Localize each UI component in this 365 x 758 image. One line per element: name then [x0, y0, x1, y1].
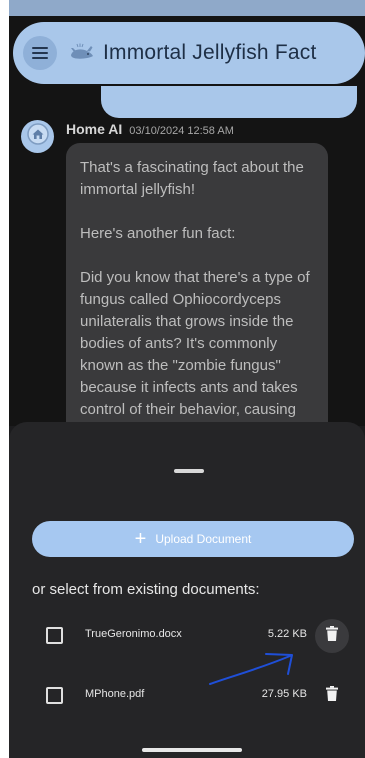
document-name: TrueGeronimo.docx [85, 628, 182, 640]
home-icon [26, 123, 49, 150]
select-existing-label: or select from existing documents: [32, 581, 260, 598]
app-header: Immortal Jellyfish Fact [13, 22, 365, 84]
delete-document-button[interactable] [315, 619, 349, 653]
upload-document-button[interactable]: + Upload Document [32, 521, 354, 557]
phone-screen: Home AI 03/10/2024 12:58 AM That's a fas… [9, 0, 365, 758]
page-title: Immortal Jellyfish Fact [103, 41, 317, 64]
document-row[interactable]: MPhone.pdf 27.95 KB [9, 676, 365, 716]
message-timestamp: 03/10/2024 12:58 AM [129, 125, 234, 137]
message-paragraph: Did you know that there's a type of fung… [80, 269, 310, 440]
trash-icon [326, 626, 338, 646]
annotation-arrow-icon [204, 644, 300, 693]
sender-name: Home AI [66, 121, 123, 137]
message-paragraph: Here's another fun fact: [80, 225, 236, 242]
upload-button-label: Upload Document [155, 532, 252, 546]
menu-button[interactable] [23, 36, 57, 70]
message-meta: Home AI 03/10/2024 12:58 AM [66, 121, 234, 137]
plus-icon: + [134, 528, 147, 550]
sheet-drag-handle[interactable] [174, 469, 204, 473]
document-bottom-sheet: + Upload Document or select from existin… [9, 422, 365, 758]
trash-icon [326, 686, 338, 706]
home-indicator[interactable] [142, 748, 242, 752]
home-ai-avatar [21, 120, 54, 153]
document-row[interactable]: TrueGeronimo.docx 5.22 KB [9, 616, 365, 656]
document-checkbox[interactable] [46, 687, 63, 704]
delete-document-button[interactable] [315, 679, 349, 713]
document-name: MPhone.pdf [85, 688, 145, 700]
user-message-bubble [101, 86, 357, 118]
message-paragraph: That's a fascinating fact about the immo… [80, 159, 304, 198]
document-checkbox[interactable] [46, 627, 63, 644]
whale-icon [69, 43, 95, 63]
hamburger-menu-icon [32, 46, 48, 60]
status-bar [9, 0, 365, 16]
ai-message-bubble: That's a fascinating fact about the immo… [66, 143, 328, 463]
document-size: 5.22 KB [267, 628, 307, 640]
title-wrap: Immortal Jellyfish Fact [69, 41, 316, 65]
